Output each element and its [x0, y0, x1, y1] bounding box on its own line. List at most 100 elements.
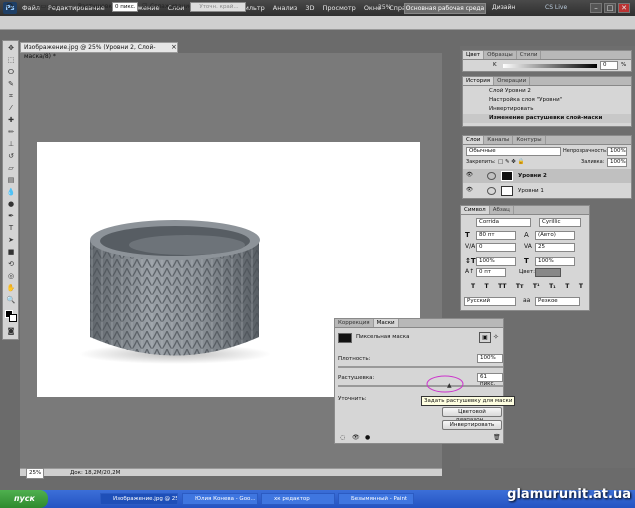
font-style-select[interactable]: Cyrillic — [539, 218, 581, 227]
horizontal-scale-input[interactable]: 100% — [535, 257, 575, 266]
marquee-tool-icon[interactable]: ⬚ — [5, 56, 17, 65]
lock-icons[interactable]: □ ✎ ✥ 🔒 — [498, 158, 525, 167]
lasso-icon[interactable]: ⵔ — [6, 2, 13, 12]
load-selection-icon[interactable]: ◌ — [340, 434, 345, 441]
subscript-button[interactable]: T₁ — [549, 283, 556, 290]
path-select-tool-icon[interactable]: ➤ — [5, 236, 17, 245]
tab-layers[interactable]: Слои — [463, 136, 485, 144]
close-button[interactable]: ✕ — [618, 3, 630, 13]
clone-stamp-tool-icon[interactable]: ⊥ — [5, 140, 17, 149]
feather-slider[interactable] — [338, 385, 503, 387]
history-item[interactable]: Слой Уровни 2 — [463, 87, 631, 96]
tab-adjustments[interactable]: Коррекция — [335, 319, 374, 327]
tab-masks[interactable]: Маски — [373, 319, 399, 327]
quick-mask-icon[interactable]: ◙ — [5, 327, 17, 336]
baseline-input[interactable]: 0 пт — [476, 268, 506, 277]
minimize-button[interactable]: – — [590, 3, 602, 13]
layer-row[interactable]: 👁 Уровни 2 — [463, 169, 631, 183]
faux-italic-button[interactable]: T — [485, 283, 489, 290]
shape-tool-icon[interactable]: ■ — [5, 248, 17, 257]
document-tab-close-icon[interactable]: × — [171, 43, 177, 52]
eye-icon[interactable]: 👁 — [466, 171, 473, 180]
feather-input[interactable]: 61 пикс. — [477, 373, 503, 387]
antialias-select[interactable]: Резкое — [535, 297, 580, 306]
lasso-tool-icon[interactable]: ⵔ — [5, 68, 17, 77]
fill-input[interactable]: 100% — [607, 158, 627, 167]
tab-styles[interactable]: Стили — [517, 51, 542, 59]
feather-input[interactable]: 0 пикс. — [112, 2, 138, 12]
move-tool-icon[interactable]: ✥ — [5, 44, 17, 53]
all-caps-button[interactable]: TT — [498, 283, 506, 290]
density-input[interactable]: 100% — [477, 354, 503, 363]
tab-character[interactable]: Символ — [461, 206, 490, 214]
dodge-tool-icon[interactable]: ● — [5, 200, 17, 209]
eye-icon[interactable]: 👁 — [466, 186, 473, 195]
hand-tool-icon[interactable]: ✋ — [5, 284, 17, 293]
tab-history[interactable]: История — [463, 77, 495, 85]
3d-camera-tool-icon[interactable]: ◎ — [5, 272, 17, 281]
taskbar-item-paint[interactable]: Безымянный - Paint — [338, 493, 414, 505]
delete-mask-icon[interactable]: 🗑 — [493, 434, 501, 441]
history-item[interactable]: Инвертировать — [463, 105, 631, 114]
disable-mask-icon[interactable]: ● — [365, 434, 370, 441]
color-range-button[interactable]: Цветовой диапазон... — [442, 407, 502, 423]
quick-select-tool-icon[interactable]: ✎ — [5, 80, 17, 89]
font-size-input[interactable]: 80 пт — [476, 231, 516, 240]
pixel-mask-icon[interactable]: ▣ — [479, 332, 491, 343]
zoom-level[interactable]: 25% — [378, 3, 391, 13]
gradient-tool-icon[interactable]: ▤ — [5, 176, 17, 185]
type-tool-icon[interactable]: T — [5, 224, 17, 233]
tab-paths[interactable]: Контуры — [513, 136, 546, 144]
view-mask-icon[interactable]: 👁 — [352, 434, 360, 441]
opacity-input[interactable]: 100% — [607, 147, 627, 156]
cs-live-button[interactable]: CS Live — [545, 3, 567, 13]
healing-tool-icon[interactable]: ✚ — [5, 116, 17, 125]
blend-mode-select[interactable]: Обычные — [466, 147, 561, 156]
layer-mask-thumbnail[interactable] — [501, 186, 513, 196]
vertical-scale-input[interactable]: 100% — [476, 257, 516, 266]
selection-mode-icons[interactable]: ▭▭▭▭ — [35, 2, 58, 12]
workspace-design[interactable]: Дизайн — [492, 3, 515, 13]
brush-tool-icon[interactable]: ✏ — [5, 128, 17, 137]
small-caps-button[interactable]: Tт — [516, 283, 524, 290]
antialias-checkbox[interactable]: ☑ — [142, 2, 147, 12]
tab-color[interactable]: Цвет — [463, 51, 485, 59]
crop-tool-icon[interactable]: ⌗ — [5, 92, 17, 101]
tracking-input[interactable]: 25 — [535, 243, 575, 252]
document-tab[interactable]: Изображение.jpg @ 25% (Уровни 2, Слой-ма… — [20, 42, 178, 60]
history-item[interactable]: Настройка слоя "Уровни" — [463, 96, 631, 105]
history-item-active[interactable]: Изменение растушевки слой-маски — [463, 114, 631, 123]
density-slider[interactable] — [338, 366, 503, 368]
blur-tool-icon[interactable]: 💧 — [5, 188, 17, 197]
taskbar-item-browser[interactable]: Юлия Конева - Goo... — [182, 493, 258, 505]
pen-tool-icon[interactable]: ✒ — [5, 212, 17, 221]
faux-bold-button[interactable]: T — [471, 283, 475, 290]
layer-row[interactable]: 👁 Уровни 1 — [463, 184, 631, 198]
maximize-button[interactable]: □ — [604, 3, 616, 13]
invert-button[interactable]: Инвертировать — [442, 420, 502, 430]
menu-view[interactable]: Просмотр — [322, 0, 355, 16]
menu-3d[interactable]: 3D — [305, 0, 314, 16]
menu-analysis[interactable]: Анализ — [273, 0, 298, 16]
color-value-input[interactable]: 0 — [600, 61, 618, 70]
language-select[interactable]: Русский — [464, 297, 516, 306]
tab-paragraph[interactable]: Абзац — [490, 206, 514, 214]
kerning-input[interactable]: 0 — [476, 243, 516, 252]
leading-input[interactable]: (Авто) — [535, 231, 575, 240]
taskbar-item-photoshop[interactable]: Изображение.jpg @ 25... — [100, 493, 178, 505]
text-color-swatch[interactable] — [535, 268, 561, 277]
layer-mask-thumbnail[interactable] — [501, 171, 513, 181]
zoom-tool-icon[interactable]: 🔍 — [5, 296, 17, 305]
eraser-tool-icon[interactable]: ▱ — [5, 164, 17, 173]
font-family-select[interactable]: Corrida — [476, 218, 531, 227]
tab-channels[interactable]: Каналы — [484, 136, 514, 144]
refine-edge-button[interactable]: Уточн. край... — [190, 2, 246, 12]
workspace-essentials-button[interactable]: Основная рабочая среда — [404, 3, 486, 14]
superscript-button[interactable]: T¹ — [533, 283, 540, 290]
color-swatches-icon[interactable] — [5, 310, 17, 322]
eyedropper-tool-icon[interactable]: ⁄ — [5, 104, 17, 113]
history-brush-tool-icon[interactable]: ↺ — [5, 152, 17, 161]
vector-mask-icon[interactable]: ✧ — [493, 333, 499, 341]
tab-actions[interactable]: Операции — [494, 77, 531, 85]
start-button[interactable]: пуск — [0, 490, 48, 508]
